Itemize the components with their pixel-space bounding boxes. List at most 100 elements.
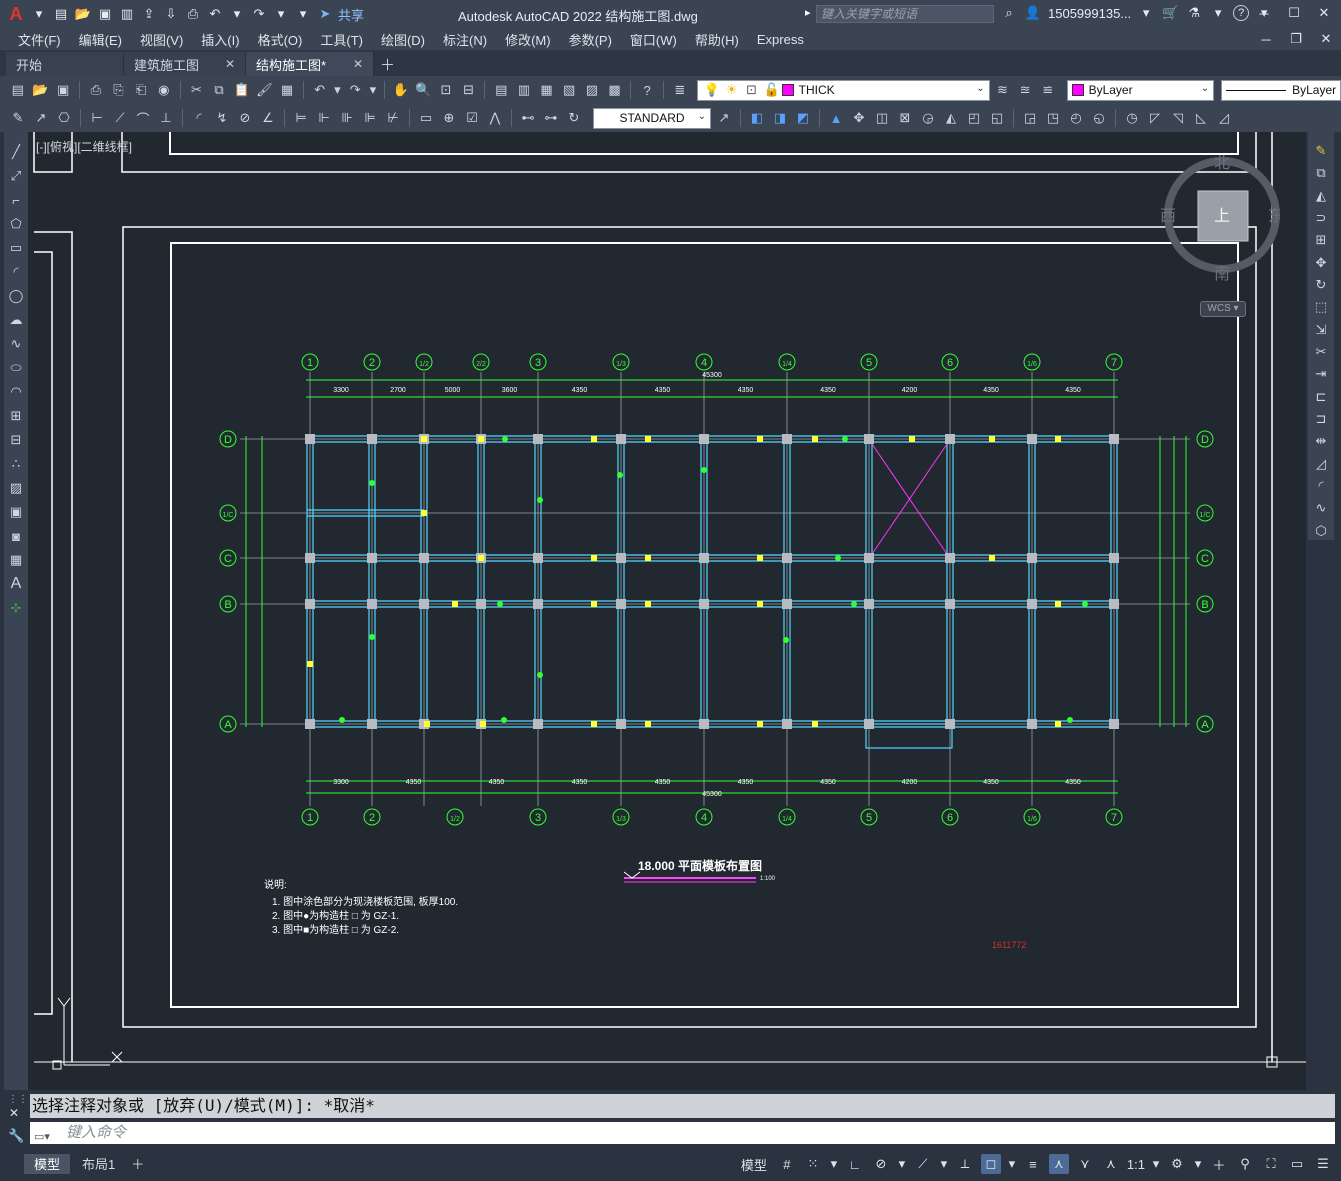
polar-dropdown-icon[interactable]: ▾ xyxy=(897,1154,907,1174)
redo-icon[interactable]: ↷ xyxy=(345,80,365,100)
command-input[interactable]: ▭▾ 键入命令 xyxy=(30,1122,1335,1144)
ordinate-dim-icon[interactable]: ⊥ xyxy=(156,108,176,128)
customization-icon[interactable]: ☰ xyxy=(1313,1154,1333,1174)
region-icon[interactable]: ◙ xyxy=(6,526,26,546)
dim-text-edit-icon[interactable]: ⊶ xyxy=(541,108,561,128)
3d-print-icon[interactable]: ◉ xyxy=(154,80,174,100)
hatch-icon[interactable]: ▨ xyxy=(6,478,26,498)
layer-dropdown[interactable]: 💡 ☀ ⊡ 🔓 THICK ⌄ xyxy=(696,79,990,101)
publish-icon[interactable]: ⎗ xyxy=(131,80,151,100)
line-icon[interactable]: ╱ xyxy=(6,142,26,162)
drawing-canvas[interactable]: 3300 2700 5000 3600 4350 4350 4350 4350 4200 4350… xyxy=(28,132,1306,1090)
open-file-icon[interactable]: 📂 xyxy=(74,5,92,23)
insert-block-icon[interactable]: ⊞ xyxy=(6,406,26,426)
menu-insert[interactable]: 插入(I) xyxy=(192,30,248,49)
edit-icon[interactable]: ✎ xyxy=(8,108,28,128)
markup-icon[interactable]: ▨ xyxy=(582,80,602,100)
share-button[interactable]: 共享 xyxy=(338,5,364,24)
object-snap-icon[interactable]: ◻ xyxy=(980,1154,1001,1174)
extend-icon[interactable]: ⇥ xyxy=(1311,365,1331,383)
menu-parametric[interactable]: 参数(P) xyxy=(560,30,621,49)
menu-help[interactable]: 帮助(H) xyxy=(686,30,748,49)
save-as-icon[interactable]: ▥ xyxy=(118,5,136,23)
isodraft-dropdown-icon[interactable]: ▾ xyxy=(939,1154,949,1174)
match-properties-icon[interactable]: 🖌 xyxy=(255,80,275,100)
stretch-icon[interactable]: ⇲ xyxy=(1311,321,1331,339)
section-icon[interactable]: ◸ xyxy=(1145,108,1165,128)
viewcube[interactable]: 上 北 南 西 东 WCS ▾ xyxy=(1160,154,1284,317)
copy-icon[interactable]: ⧉ xyxy=(209,80,229,100)
app-dropdown-icon[interactable]: ▾ xyxy=(1209,4,1227,22)
revcloud-icon[interactable]: ☁ xyxy=(6,310,26,330)
help-icon[interactable]: ? xyxy=(637,80,657,100)
help-icon[interactable]: ? xyxy=(1233,5,1250,21)
ellipse-arc-icon[interactable]: ◠ xyxy=(6,382,26,402)
cut-icon[interactable]: ✂ xyxy=(187,80,207,100)
user-icon[interactable]: 👤 xyxy=(1024,4,1042,22)
layer-properties-icon[interactable]: ≣ xyxy=(670,80,690,100)
redo-icon[interactable]: ↷ xyxy=(250,5,268,23)
erase-icon[interactable]: ✎ xyxy=(1311,142,1331,160)
close-icon[interactable]: ✕ xyxy=(225,57,235,71)
intersect-icon[interactable]: ◩ xyxy=(793,108,813,128)
tab-layout1[interactable]: 布局1 xyxy=(72,1154,125,1174)
undo-dropdown-icon[interactable]: ▾ xyxy=(228,5,246,23)
jogged-dim-icon[interactable]: ↯ xyxy=(212,108,232,128)
new-file-icon[interactable]: ▤ xyxy=(52,5,70,23)
user-name[interactable]: 1505999135... xyxy=(1048,6,1131,21)
isodraft-icon[interactable]: ⟋ xyxy=(913,1154,933,1174)
chevron-down-icon[interactable]: ⌄ xyxy=(976,83,984,94)
undo-dropdown-icon[interactable]: ▾ xyxy=(332,80,342,100)
angular-dim-icon[interactable]: ∠ xyxy=(258,108,278,128)
pin-icon[interactable]: ◿ xyxy=(1214,108,1234,128)
tool-palettes-icon[interactable]: ▦ xyxy=(537,80,557,100)
command-grip-icon[interactable]: ⋮⋮ xyxy=(8,1094,28,1105)
open-icon[interactable]: 📂 xyxy=(31,80,51,100)
inspection-icon[interactable]: ☑ xyxy=(462,108,482,128)
construction-line-icon[interactable]: ⤢ xyxy=(6,166,26,186)
autodesk-app-icon[interactable]: ⚗ xyxy=(1185,4,1203,22)
union-icon[interactable]: ◧ xyxy=(747,108,767,128)
offset-faces-icon[interactable]: ◫ xyxy=(872,108,892,128)
paste-icon[interactable]: 📋 xyxy=(232,80,252,100)
quickcalc-icon[interactable]: ▩ xyxy=(605,80,625,100)
expand-arrow-icon[interactable]: ▸ xyxy=(805,6,811,19)
array-icon[interactable]: ⊞ xyxy=(1311,231,1331,249)
save-icon[interactable]: ▣ xyxy=(96,5,114,23)
tab-structure[interactable]: 结构施工图* ✕ xyxy=(246,52,374,76)
model-space-button[interactable]: 模型 xyxy=(737,1155,771,1174)
sheet-set-icon[interactable]: ▧ xyxy=(559,80,579,100)
auto-scale-icon[interactable]: ⋎ xyxy=(1075,1154,1095,1174)
jogged-linear-icon[interactable]: ⋀ xyxy=(485,108,505,128)
chevron-down-icon[interactable]: ⌄ xyxy=(698,111,706,122)
make-current-layer-icon[interactable]: ≋ xyxy=(993,80,1013,100)
blend-icon[interactable]: ∿ xyxy=(1311,499,1331,517)
layer-on-icon[interactable]: 💡 xyxy=(702,80,722,100)
new-icon[interactable]: ▤ xyxy=(8,80,28,100)
menu-view[interactable]: 视图(V) xyxy=(131,30,192,49)
linear-dim-icon[interactable]: ⊢ xyxy=(87,108,107,128)
offset-icon[interactable]: ⊃ xyxy=(1311,209,1331,227)
baseline-dim-icon[interactable]: ⊩ xyxy=(314,108,334,128)
menu-format[interactable]: 格式(O) xyxy=(249,30,312,49)
snap-icon[interactable]: ⁙ xyxy=(803,1154,823,1174)
design-center-icon[interactable]: ▥ xyxy=(514,80,534,100)
zoom-previous-icon[interactable]: ⊟ xyxy=(459,80,479,100)
delete-faces-icon[interactable]: ⊠ xyxy=(895,108,915,128)
osnap-dropdown-icon[interactable]: ▾ xyxy=(1007,1154,1017,1174)
export-icon[interactable]: ⇩ xyxy=(162,5,180,23)
annotate-icon[interactable]: ⎔ xyxy=(54,108,74,128)
user-dropdown-icon[interactable]: ▾ xyxy=(1137,4,1155,22)
minimize-icon[interactable]: ─ xyxy=(1255,4,1273,22)
pan-icon[interactable]: ✋ xyxy=(391,80,411,100)
menu-edit[interactable]: 编辑(E) xyxy=(70,30,131,49)
menu-modify[interactable]: 修改(M) xyxy=(496,30,560,49)
tab-architecture[interactable]: 建筑施工图 ✕ xyxy=(124,52,246,76)
app-menu-arrow-icon[interactable]: ▾ xyxy=(30,5,48,23)
object-snap-tracking-icon[interactable]: ⟂ xyxy=(955,1154,975,1174)
gradient-icon[interactable]: ▣ xyxy=(6,502,26,522)
check-icon[interactable]: ◷ xyxy=(1122,108,1142,128)
grid-icon[interactable]: # xyxy=(777,1154,797,1174)
doc-restore-icon[interactable]: ❐ xyxy=(1287,30,1305,48)
radius-dim-icon[interactable]: ◜ xyxy=(189,108,209,128)
